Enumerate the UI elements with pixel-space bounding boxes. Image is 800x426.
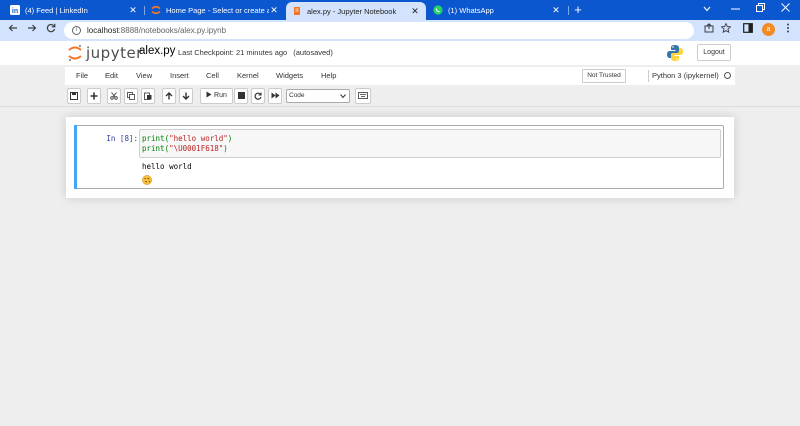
menu-view[interactable]: View bbox=[136, 71, 152, 80]
menu-help[interactable]: Help bbox=[321, 71, 336, 80]
close-icon[interactable]: ✕ bbox=[551, 5, 561, 16]
tab-search-icon[interactable] bbox=[692, 2, 722, 18]
close-icon[interactable]: ✕ bbox=[410, 6, 420, 17]
code-line: print("hello world") bbox=[142, 134, 232, 143]
copy-button[interactable] bbox=[124, 88, 138, 104]
tab-whatsapp[interactable]: (1) WhatsApp ✕ bbox=[427, 0, 567, 20]
checkpoint-status: Last Checkpoint: 21 minutes ago (autosave… bbox=[178, 48, 333, 57]
chevron-down-icon bbox=[340, 90, 346, 104]
jupyter-logo[interactable]: jupyter bbox=[68, 44, 143, 62]
menu-insert[interactable]: Insert bbox=[170, 71, 189, 80]
kernel-name: Python 3 (ipykernel) bbox=[652, 71, 719, 80]
cell-type-select[interactable]: Code bbox=[286, 89, 350, 103]
code-paren: ) bbox=[227, 134, 233, 143]
url-path: :8888/notebooks/alex.py.ipynb bbox=[118, 26, 227, 35]
jupyter-logo-text: jupyter bbox=[86, 44, 143, 62]
run-button[interactable]: Run bbox=[200, 88, 233, 104]
more-options-icon[interactable] bbox=[781, 23, 795, 37]
cell-selection-bar bbox=[74, 125, 77, 189]
kernel-idle-icon bbox=[723, 72, 731, 79]
fast-forward-icon bbox=[271, 92, 279, 99]
tab-divider bbox=[568, 6, 569, 15]
stop-icon bbox=[237, 92, 245, 99]
tab-title: (4) Feed | LinkedIn bbox=[25, 5, 88, 15]
close-icon[interactable]: ✕ bbox=[269, 5, 279, 16]
tab-linkedin[interactable]: in (4) Feed | LinkedIn ✕ bbox=[4, 0, 144, 20]
kernel-indicator[interactable]: Python 3 (ipykernel) bbox=[648, 70, 731, 82]
jupyter-logo-icon bbox=[68, 45, 82, 61]
cell-type-value: Code bbox=[289, 92, 305, 99]
code-function: print( bbox=[142, 144, 170, 153]
menu-kernel[interactable]: Kernel bbox=[237, 71, 259, 80]
restart-button[interactable] bbox=[251, 88, 265, 104]
menu-cell[interactable]: Cell bbox=[206, 71, 219, 80]
tab-title: Home Page - Select or create a n bbox=[166, 5, 269, 15]
scissors-icon bbox=[110, 92, 118, 100]
bookmark-star-icon[interactable] bbox=[719, 22, 733, 37]
cut-button[interactable] bbox=[107, 88, 121, 104]
step-forward-icon bbox=[206, 91, 212, 98]
window-close-icon[interactable] bbox=[770, 2, 800, 18]
move-down-button[interactable] bbox=[179, 88, 193, 104]
whatsapp-icon bbox=[433, 5, 443, 15]
tab-title: alex.py - Jupyter Notebook bbox=[307, 6, 397, 16]
svg-text:in: in bbox=[12, 8, 18, 15]
restart-run-all-button[interactable] bbox=[268, 88, 282, 104]
side-panel-icon[interactable] bbox=[741, 23, 755, 37]
logout-button[interactable]: Logout bbox=[697, 44, 731, 61]
tab-alex-notebook[interactable]: alex.py - Jupyter Notebook ✕ bbox=[286, 2, 426, 20]
code-function: print( bbox=[142, 134, 170, 143]
notebook-name[interactable]: alex.py bbox=[139, 45, 175, 57]
code-string: "\U0001F618" bbox=[169, 144, 224, 153]
tab-jupyter-home[interactable]: Home Page - Select or create a n ✕ bbox=[145, 0, 285, 20]
cell-output-text: hello world bbox=[142, 162, 192, 171]
input-prompt: In [8]: bbox=[106, 134, 138, 143]
forward-icon[interactable] bbox=[25, 23, 39, 37]
profile-avatar[interactable]: a bbox=[762, 23, 775, 36]
autosave-status: (autosaved) bbox=[293, 48, 333, 57]
restart-icon bbox=[254, 92, 262, 100]
move-up-button[interactable] bbox=[162, 88, 176, 104]
face-blowing-kiss-icon bbox=[142, 172, 152, 185]
code-paren: ) bbox=[223, 144, 228, 153]
menu-file[interactable]: File bbox=[76, 71, 88, 80]
new-tab-button[interactable]: + bbox=[571, 3, 585, 17]
interrupt-button[interactable] bbox=[234, 88, 248, 104]
header-divider bbox=[0, 106, 800, 107]
jupyter-icon bbox=[151, 5, 161, 15]
notebook-toolbar: Run bbox=[65, 87, 735, 105]
linkedin-icon: in bbox=[10, 5, 20, 15]
python-logo-icon bbox=[666, 44, 684, 62]
address-bar[interactable]: i localhost:8888/notebooks/alex.py.ipynb bbox=[64, 22, 694, 39]
command-palette-button[interactable] bbox=[355, 88, 371, 104]
arrow-up-icon bbox=[165, 92, 173, 100]
browser-tab-strip: in (4) Feed | LinkedIn ✕ Home Page - Sel… bbox=[0, 0, 800, 20]
menu-bar: File Edit View Insert Cell Kernel Widget… bbox=[65, 67, 735, 85]
browser-toolbar: i localhost:8888/notebooks/alex.py.ipynb bbox=[0, 20, 800, 41]
save-icon bbox=[70, 92, 78, 100]
reload-icon[interactable] bbox=[44, 23, 58, 37]
paste-button[interactable] bbox=[141, 88, 155, 104]
insert-cell-button[interactable] bbox=[87, 88, 101, 104]
keyboard-icon bbox=[358, 92, 368, 99]
checkpoint-text: Last Checkpoint: 21 minutes ago bbox=[178, 48, 288, 57]
close-icon[interactable]: ✕ bbox=[128, 5, 138, 16]
share-icon[interactable] bbox=[702, 23, 716, 37]
jupyter-book-icon bbox=[292, 6, 302, 16]
code-string: "hello world" bbox=[169, 134, 228, 143]
save-button[interactable] bbox=[67, 88, 81, 104]
tab-title: (1) WhatsApp bbox=[448, 5, 494, 15]
run-label: Run bbox=[214, 92, 227, 99]
menu-widgets[interactable]: Widgets bbox=[276, 71, 303, 80]
back-icon[interactable] bbox=[6, 23, 20, 37]
plus-icon bbox=[90, 92, 98, 100]
menu-edit[interactable]: Edit bbox=[105, 71, 118, 80]
url-host: localhost bbox=[87, 26, 119, 35]
copy-icon bbox=[127, 92, 135, 100]
site-info-icon[interactable]: i bbox=[72, 26, 81, 35]
paste-icon bbox=[144, 92, 152, 100]
trust-button[interactable]: Not Trusted bbox=[582, 69, 626, 83]
code-line: print("\U0001F618") bbox=[142, 144, 228, 153]
arrow-down-icon bbox=[182, 92, 190, 100]
